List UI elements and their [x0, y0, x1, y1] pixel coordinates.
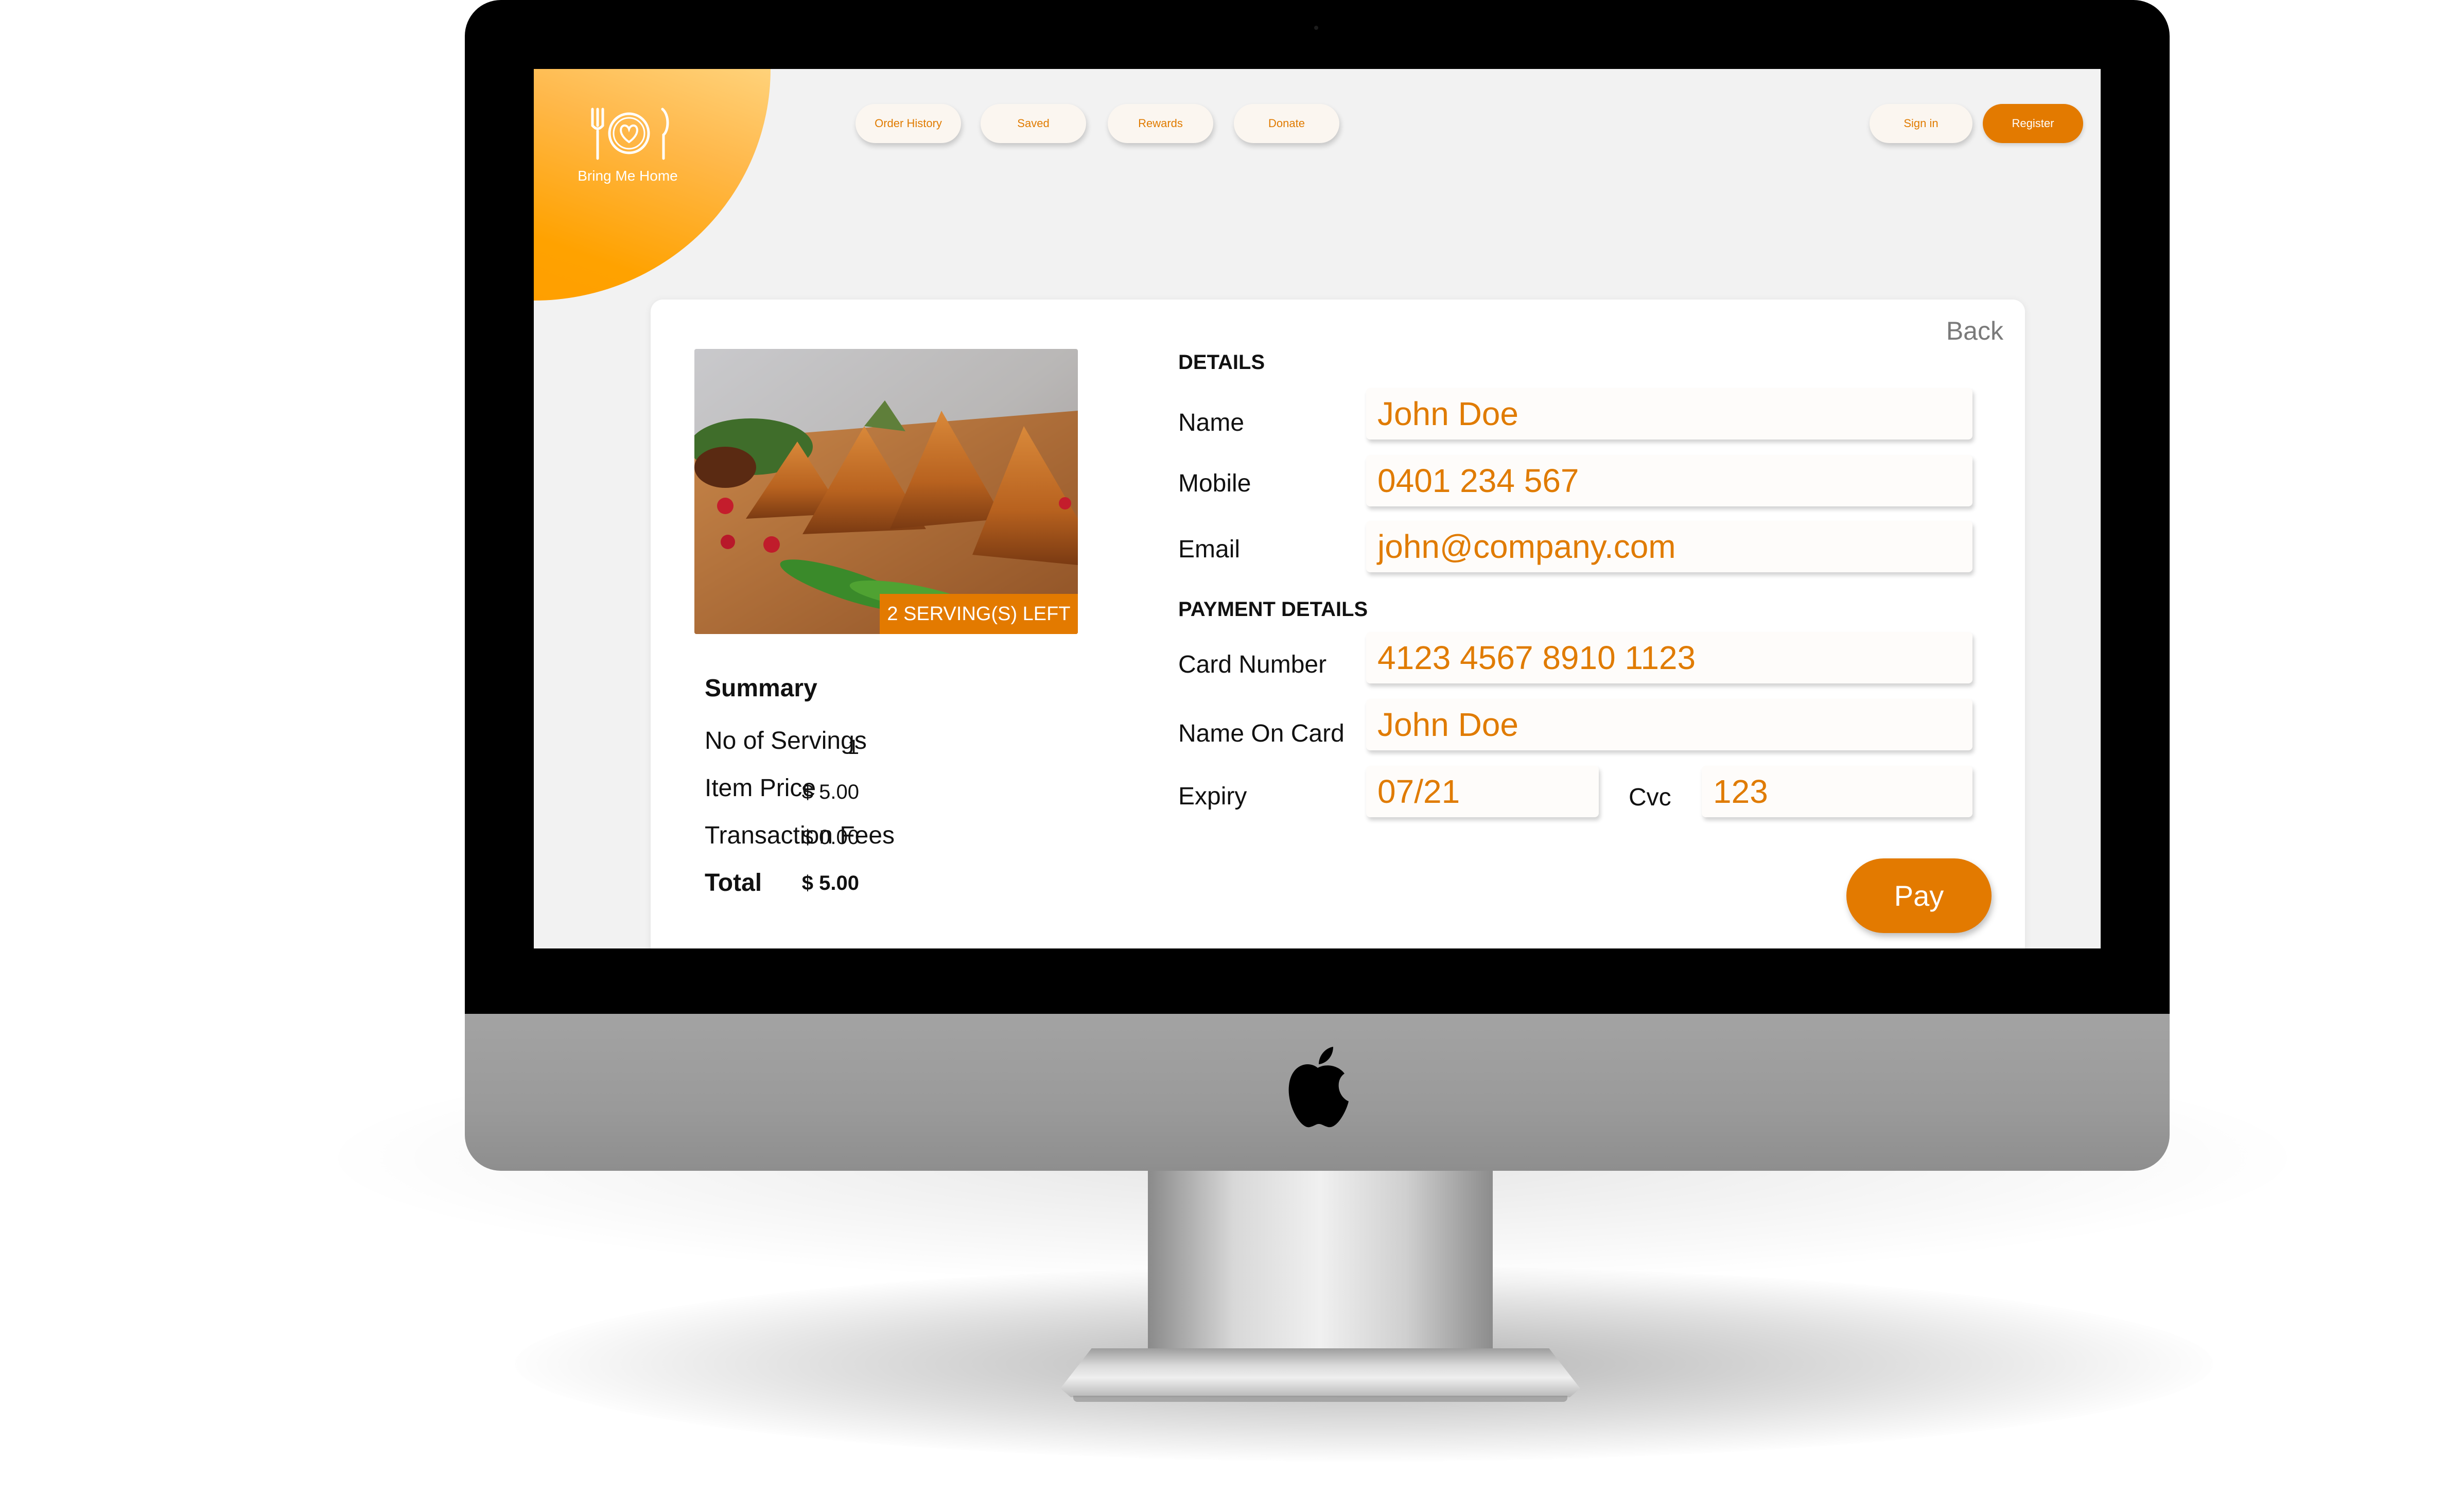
name-on-card-input[interactable]: John Doe — [1366, 699, 1972, 750]
nav-donate-button[interactable]: Donate — [1234, 104, 1339, 143]
nav-order-history-button[interactable]: Order History — [855, 104, 961, 143]
cvc-label: Cvc — [1629, 784, 1671, 811]
samosa-image — [694, 349, 1078, 634]
summary-fees-value: $ 0.00 — [801, 826, 859, 849]
email-label: Email — [1178, 536, 1241, 563]
mobile-label: Mobile — [1178, 470, 1251, 497]
mobile-input[interactable]: 0401 234 567 — [1366, 455, 1972, 506]
camera-dot — [1314, 26, 1318, 30]
summary-total-label: Total — [705, 869, 762, 896]
brand-name: Bring Me Home — [578, 168, 678, 184]
food-photo: 2 SERVING(S) LEFT — [694, 349, 1078, 634]
card-number-input[interactable]: 4123 4567 8910 1123 — [1366, 632, 1972, 683]
logo-blob: Bring Me Home — [534, 69, 771, 301]
name-label: Name — [1178, 409, 1245, 436]
pay-button[interactable]: Pay — [1846, 858, 1992, 933]
email-input[interactable]: john@company.com — [1366, 521, 1972, 572]
summary-item-price-value: $ 5.00 — [801, 781, 859, 803]
summary-title: Summary — [705, 675, 817, 702]
apple-logo-icon — [1288, 1047, 1349, 1128]
register-button[interactable]: Register — [1983, 104, 2083, 143]
plate-heart-icon — [591, 108, 669, 160]
details-title: DETAILS — [1178, 351, 1265, 374]
name-input[interactable]: John Doe — [1366, 388, 1972, 439]
monitor-stand-base — [1060, 1348, 1580, 1397]
nav-rewards-button[interactable]: Rewards — [1108, 104, 1213, 143]
monitor-stand-neck — [1148, 1168, 1493, 1353]
summary-total-value: $ 5.00 — [801, 872, 859, 894]
summary-servings-value: 1 — [847, 736, 859, 759]
name-on-card-label: Name On Card — [1178, 720, 1345, 747]
summary-servings-label: No of Servings — [705, 727, 867, 754]
app-screen: Bring Me Home Order History Saved Reward… — [534, 69, 2101, 948]
checkout-card: Back 2 SERVING(S) LEFT Summary No of Ser… — [651, 300, 2025, 948]
nav-saved-button[interactable]: Saved — [981, 104, 1086, 143]
summary-item-price-label: Item Price — [705, 775, 816, 802]
sign-in-button[interactable]: Sign in — [1870, 104, 1972, 143]
servings-left-badge: 2 SERVING(S) LEFT — [880, 594, 1078, 634]
payment-details-title: PAYMENT DETAILS — [1178, 598, 1368, 621]
monitor-stand-base-edge — [1073, 1396, 1567, 1402]
cvc-input[interactable]: 123 — [1702, 766, 1972, 817]
knife-icon — [661, 108, 669, 160]
fork-icon — [591, 108, 604, 160]
summary-fees-label: Transaction Fees — [705, 822, 895, 849]
card-number-label: Card Number — [1178, 651, 1327, 678]
back-link[interactable]: Back — [1946, 316, 2003, 346]
expiry-input[interactable]: 07/21 — [1366, 766, 1599, 817]
expiry-label: Expiry — [1178, 783, 1247, 810]
